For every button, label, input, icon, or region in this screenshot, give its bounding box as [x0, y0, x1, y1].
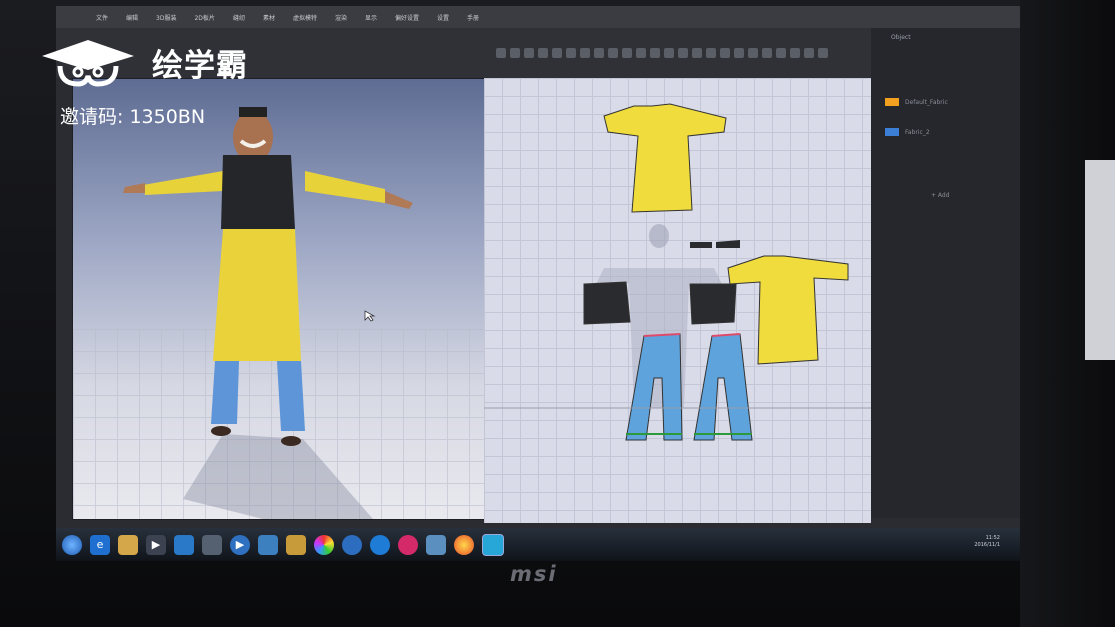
background-paper	[1085, 160, 1115, 360]
menu-item[interactable]: 编辑	[126, 13, 138, 22]
app-icon[interactable]	[202, 534, 222, 555]
app-icon[interactable]	[398, 534, 418, 555]
app-icon[interactable]	[370, 534, 390, 555]
menu-item[interactable]: 虚拟模特	[293, 13, 317, 22]
app-icon[interactable]	[286, 534, 306, 555]
menu-item[interactable]: 手册	[467, 13, 479, 22]
fabric-swatch	[885, 98, 899, 106]
tool-icon[interactable]	[594, 48, 604, 58]
app-icon[interactable]	[426, 534, 446, 555]
tool-icon[interactable]	[818, 48, 828, 58]
folder-icon[interactable]	[118, 534, 138, 555]
app-icon[interactable]	[174, 534, 194, 555]
clo-icon[interactable]	[482, 533, 504, 556]
media-icon[interactable]: ▶	[146, 534, 166, 555]
tool-icon[interactable]	[650, 48, 660, 58]
app-icon[interactable]	[258, 534, 278, 555]
3d-viewport[interactable]	[72, 78, 489, 520]
watermark-logo: 绘学霸	[38, 36, 248, 88]
object-tab[interactable]: Object	[891, 34, 911, 41]
tool-icon[interactable]	[496, 48, 506, 58]
tool-icon[interactable]	[664, 48, 674, 58]
screen: 文件 编辑 3D服装 2D板片 缝纫 素材 虚拟模特 渲染 显示 偏好设置 设置…	[56, 6, 1020, 561]
menu-item[interactable]: 渲染	[335, 13, 347, 22]
tool-icon[interactable]	[692, 48, 702, 58]
chrome-icon[interactable]	[454, 534, 474, 555]
fabric-swatch	[885, 128, 899, 136]
brand-name: 绘学霸	[152, 47, 248, 84]
invite-code: 邀请码: 1350BN	[60, 106, 206, 128]
2d-pattern-window[interactable]	[484, 78, 871, 523]
start-orb-icon[interactable]	[62, 534, 82, 555]
clock-date[interactable]: 2016/11/1	[974, 542, 1000, 549]
fabric-label: Fabric_2	[905, 128, 930, 136]
menu-item[interactable]: 2D板片	[194, 13, 214, 22]
ie-icon[interactable]: e	[90, 534, 110, 555]
tool-icon[interactable]	[790, 48, 800, 58]
tool-icon[interactable]	[804, 48, 814, 58]
tool-icon[interactable]	[524, 48, 534, 58]
menu-item[interactable]: 缝纫	[233, 13, 245, 22]
tool-icon[interactable]	[580, 48, 590, 58]
add-button[interactable]: + Add	[931, 192, 950, 199]
tool-icon[interactable]	[748, 48, 758, 58]
tool-icon[interactable]	[678, 48, 688, 58]
menu-item[interactable]: 素材	[263, 13, 275, 22]
tool-icon[interactable]	[566, 48, 576, 58]
fabric-item[interactable]: Default_Fabric	[885, 98, 948, 106]
clock-time[interactable]: 11:52	[974, 535, 1000, 542]
menu-bar: 文件 编辑 3D服装 2D板片 缝纫 素材 虚拟模特 渲染 显示 偏好设置 设置…	[56, 6, 1020, 28]
app-icon[interactable]	[342, 534, 362, 555]
menu-item[interactable]: 3D服装	[156, 13, 176, 22]
player-icon[interactable]: ▶	[230, 534, 250, 555]
tool-icon[interactable]	[734, 48, 744, 58]
menu-item[interactable]: 文件	[96, 13, 108, 22]
fabric-label: Default_Fabric	[905, 98, 948, 106]
tool-icon[interactable]	[622, 48, 632, 58]
system-tray: 11:52 2016/11/1	[974, 535, 1000, 549]
monitor-brand: msi	[510, 562, 558, 586]
menu-item[interactable]: 显示	[365, 13, 377, 22]
pattern-pieces	[484, 103, 871, 441]
fabric-item[interactable]: Fabric_2	[885, 128, 930, 136]
tool-icon[interactable]	[706, 48, 716, 58]
menu-item[interactable]: 偏好设置	[395, 13, 419, 22]
color-icon[interactable]	[314, 534, 334, 555]
tool-icon[interactable]	[776, 48, 786, 58]
tool-icon[interactable]	[720, 48, 730, 58]
tool-icon[interactable]	[538, 48, 548, 58]
tool-icon[interactable]	[636, 48, 646, 58]
tool-icon[interactable]	[552, 48, 562, 58]
taskbar: e ▶ ▶ 11:52 2016/11/1	[56, 528, 1020, 561]
tool-icon[interactable]	[762, 48, 772, 58]
avatar-figure[interactable]	[73, 79, 488, 519]
cloud-cap-icon	[42, 40, 134, 87]
object-browser: Object Default_Fabric Fabric_2 + Add	[871, 28, 1020, 518]
cursor-icon	[364, 310, 376, 322]
menu-item[interactable]: 设置	[437, 13, 449, 22]
pattern-tools	[496, 48, 828, 58]
tool-icon[interactable]	[510, 48, 520, 58]
tool-icon[interactable]	[608, 48, 618, 58]
